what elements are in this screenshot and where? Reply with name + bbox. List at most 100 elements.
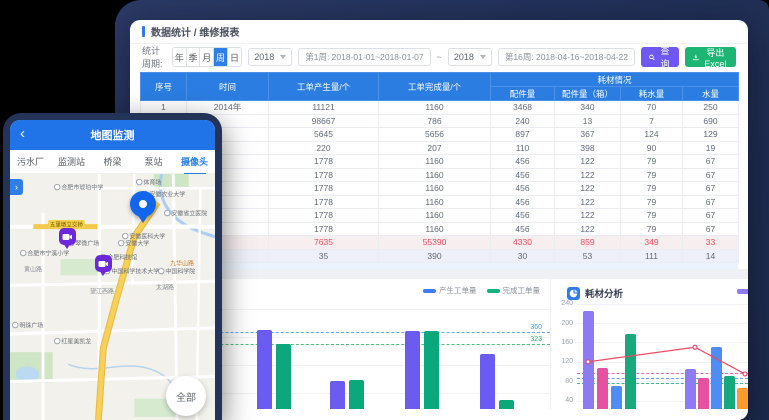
- legend-item-1[interactable]: 完成工单量: [487, 285, 541, 296]
- col-header-3: 工单完成量/个: [379, 73, 491, 101]
- camera-pin-0[interactable]: [59, 228, 76, 245]
- map-label: 黄山路: [24, 264, 42, 273]
- camera-pin-1[interactable]: [95, 255, 112, 272]
- phone-title: 地图监测: [91, 127, 135, 143]
- table-cell: 30: [491, 249, 555, 263]
- map-tab-4[interactable]: 摄像头: [174, 155, 215, 168]
- table-cell: 7635: [269, 236, 379, 250]
- table-cell: 5656: [379, 128, 491, 142]
- table-cell: 124: [621, 128, 683, 142]
- table-cell: 4330: [491, 236, 555, 250]
- map-label: 望江西路: [90, 286, 114, 295]
- map-tab-2[interactable]: 桥梁: [92, 155, 133, 168]
- camera-icon: [98, 260, 108, 268]
- table-row: 42202071103989019: [141, 141, 739, 155]
- query-button-label: 查询: [659, 44, 671, 70]
- dashboard-card: 数据统计 / 维修报表 统计周期: 年季月周日 2018 第1周: 2018-0…: [130, 20, 748, 420]
- table-cell: 1778: [269, 155, 379, 169]
- table-cell: 110: [491, 141, 555, 155]
- phone-header: ‹ 地图监测: [10, 120, 215, 150]
- query-button[interactable]: 查询: [641, 47, 679, 67]
- period-option-2[interactable]: 月: [200, 48, 214, 66]
- section-gap: [130, 269, 748, 279]
- table-cell: 79: [621, 195, 683, 209]
- export-excel-button[interactable]: 导出Excel: [685, 47, 736, 67]
- period-option-4[interactable]: 日: [228, 48, 241, 66]
- table-cell: 33: [683, 236, 739, 250]
- table-cell: 456: [491, 195, 555, 209]
- table-cell: 79: [621, 222, 683, 236]
- table-cell: 79: [621, 182, 683, 196]
- selected-camera-pin[interactable]: [130, 191, 156, 217]
- map-canvas[interactable]: › 全部 合肥市琥珀中学体育场安徽农业大学五里墩立交桥安徽医科大学安徽省立医院合…: [10, 174, 215, 420]
- week-to-input[interactable]: 第16周: 2018-04-16~2018-04-22: [498, 48, 635, 66]
- map-label: 安徽大学: [118, 238, 149, 247]
- pie-chart-icon: [567, 287, 580, 300]
- average-row: 平均值35390305311114: [141, 249, 739, 263]
- chart-title: 耗材分析: [585, 286, 623, 300]
- reference-line-label: 323: [530, 336, 542, 343]
- bar-完成工单量-3: [499, 400, 514, 409]
- screen: 数据统计 / 维修报表 统计周期: 年季月周日 2018 第1周: 2018-0…: [0, 0, 769, 420]
- table-cell: 7: [621, 114, 683, 128]
- phone-mockup: ‹ 地图监测 污水厂监测站桥梁泵站摄像头: [3, 113, 222, 420]
- table-cell: 1778: [269, 195, 379, 209]
- table-cell: 111: [621, 249, 683, 263]
- table-cell: 98667: [269, 114, 379, 128]
- year-from-select[interactable]: 2018: [248, 48, 292, 66]
- reference-line-label: 360: [530, 324, 542, 331]
- table-cell: 67: [683, 168, 739, 182]
- map-tab-1[interactable]: 监测站: [51, 155, 92, 168]
- consumables-chart: 耗材分析 2402001601208040: [550, 279, 748, 409]
- table-cell: 35: [269, 249, 379, 263]
- period-option-1[interactable]: 季: [187, 48, 201, 66]
- table-cell: 53: [555, 249, 621, 263]
- table-cell: 1160: [379, 155, 491, 169]
- filter-toolbar: 统计周期: 年季月周日 2018 第1周: 2018-01-01~2018-01…: [130, 44, 748, 70]
- table-row: 9177811604561227967: [141, 209, 739, 223]
- bar-产生工单量-3: [480, 354, 495, 409]
- table-cell: 1778: [269, 209, 379, 223]
- table-cell: 67: [683, 195, 739, 209]
- table-cell: 122: [555, 168, 621, 182]
- table-row: 6177811604561227967: [141, 168, 739, 182]
- table-cell: 122: [555, 222, 621, 236]
- table-cell: 390: [379, 249, 491, 263]
- report-table: 序号时间工单产生量/个工单完成量/个耗材情况配件量配件量（箱）耗水量水量1201…: [140, 72, 739, 263]
- legend-item-0[interactable]: 产生工单量: [423, 285, 477, 296]
- table-cell: 1778: [269, 222, 379, 236]
- export-icon: [693, 53, 699, 62]
- year-to-select[interactable]: 2018: [448, 48, 492, 66]
- map-label: 太湖路: [156, 282, 174, 291]
- period-option-3[interactable]: 周: [214, 48, 228, 66]
- table-row: 7177811604561227967: [141, 182, 739, 196]
- back-icon[interactable]: ‹: [20, 125, 25, 143]
- map-expand-button[interactable]: ›: [10, 179, 23, 195]
- sub-col-header-3: 水量: [683, 87, 739, 101]
- table-cell: 240: [491, 114, 555, 128]
- all-filter-button[interactable]: 全部: [166, 376, 206, 416]
- week-from-input[interactable]: 第1周: 2018-01-01~2018-01-07: [298, 48, 430, 66]
- table-row: 356455656897367124129: [141, 128, 739, 142]
- table-cell: 456: [491, 168, 555, 182]
- breadcrumb: 数据统计 / 维修报表: [151, 24, 239, 39]
- breadcrumb-bar: 数据统计 / 维修报表: [130, 20, 748, 44]
- map-tab-3[interactable]: 泵站: [133, 155, 174, 168]
- chart-legend: 产生工单量 完成工单量: [423, 285, 540, 296]
- period-option-0[interactable]: 年: [173, 48, 187, 66]
- table-cell: 207: [379, 141, 491, 155]
- table-cell: 786: [379, 114, 491, 128]
- table-cell: 1160: [379, 195, 491, 209]
- map-tab-0[interactable]: 污水厂: [10, 155, 51, 168]
- table-cell: 122: [555, 209, 621, 223]
- table-cell: 13: [555, 114, 621, 128]
- bar-产生工单量-1: [330, 381, 345, 409]
- table-cell: 456: [491, 182, 555, 196]
- table-cell: 859: [555, 236, 621, 250]
- table-cell: 122: [555, 195, 621, 209]
- bar-产生工单量-0: [257, 330, 272, 409]
- table-cell: 456: [491, 209, 555, 223]
- legend-label: 完成工单量: [503, 285, 541, 296]
- table-cell: 122: [555, 155, 621, 169]
- table-cell: 122: [555, 182, 621, 196]
